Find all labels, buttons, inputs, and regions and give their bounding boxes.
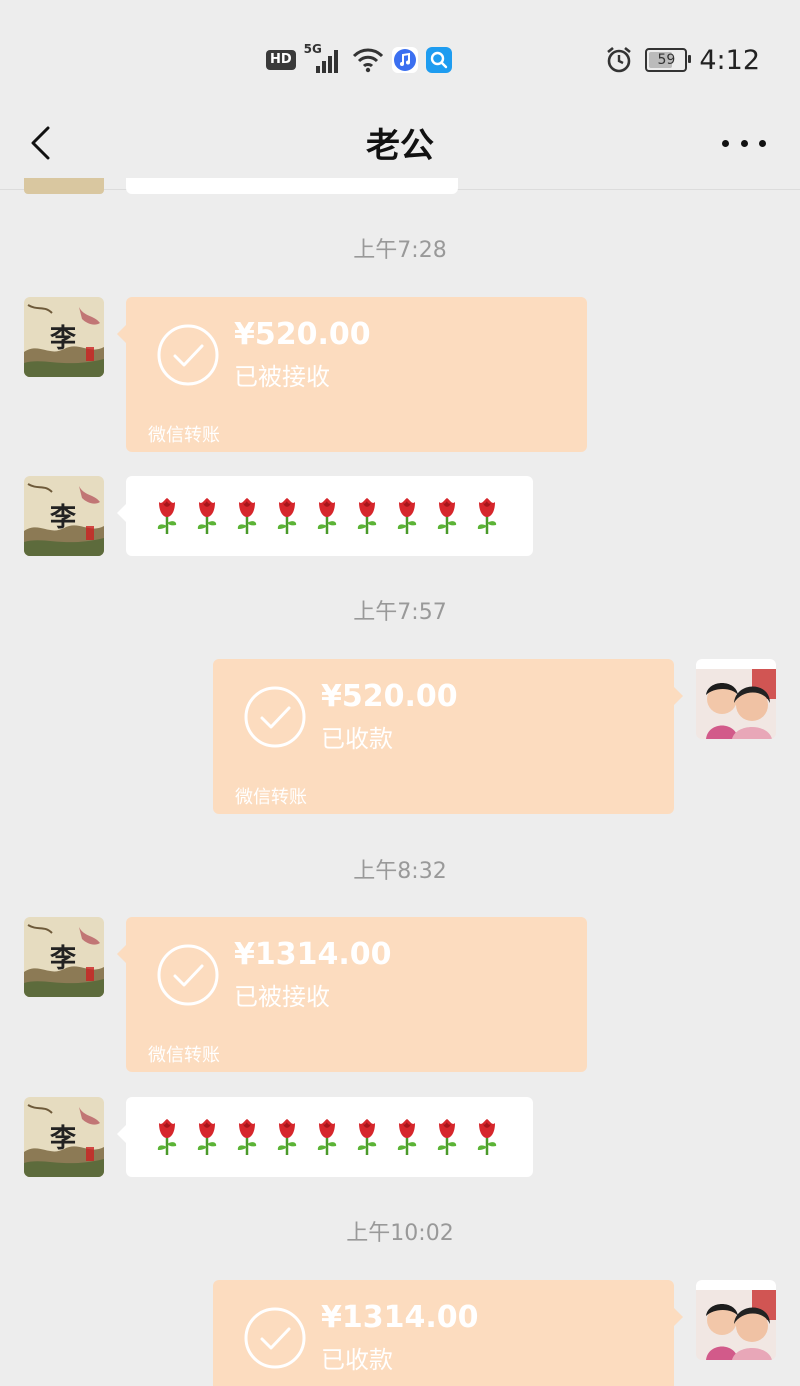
check-circle-icon	[156, 323, 220, 387]
transfer-amount: ¥520.00	[321, 679, 458, 714]
rose-emoji	[394, 1117, 420, 1157]
rose-emoji	[354, 496, 380, 536]
rose-row	[154, 1117, 500, 1157]
message-timestamp: 上午7:28	[353, 238, 447, 263]
more-options-button[interactable]	[722, 128, 766, 158]
hd-icon: HD	[266, 50, 296, 70]
signal-icon: 5G	[304, 42, 344, 74]
rose-emoji	[194, 1117, 220, 1157]
transfer-amount: ¥520.00	[234, 317, 371, 352]
more-dot-icon	[740, 139, 748, 147]
check-circle-icon	[156, 943, 220, 1007]
search-app-icon	[425, 47, 452, 73]
rose-emoji	[234, 496, 260, 536]
rose-emoji	[314, 1117, 340, 1157]
rose-emoji	[194, 496, 220, 536]
message-timestamp: 上午7:57	[353, 600, 447, 625]
alarm-icon	[607, 46, 632, 73]
rose-emoji	[314, 496, 340, 536]
emoji-message[interactable]	[117, 476, 533, 556]
status-left-icons: HD 5G	[266, 42, 452, 76]
message-timestamp: 上午10:02	[346, 1221, 454, 1246]
page-title: 老公	[366, 126, 434, 166]
transfer-status: 已收款	[321, 1346, 393, 1374]
check-circle-icon	[243, 1306, 307, 1370]
rose-emoji	[434, 1117, 460, 1157]
transfer-status: 已被接收	[234, 983, 330, 1011]
transfer-label: 微信转账	[148, 1045, 220, 1066]
wifi-icon	[352, 48, 383, 73]
message-bubble[interactable]	[126, 178, 458, 194]
check-circle-icon	[243, 685, 307, 749]
more-dot-icon	[722, 139, 729, 147]
transfer-status: 已收款	[321, 725, 393, 753]
my-avatar[interactable]	[696, 1280, 776, 1360]
transfer-amount: ¥1314.00	[234, 937, 392, 972]
rose-emoji	[154, 496, 180, 536]
status-right-icons: 59 4:12	[605, 42, 760, 78]
contact-avatar[interactable]	[24, 1097, 104, 1177]
rose-emoji	[234, 1117, 260, 1157]
avatar[interactable]	[24, 178, 104, 194]
rose-emoji	[474, 1117, 500, 1157]
battery-level: 59	[657, 52, 676, 68]
transfer-amount: ¥1314.00	[321, 1300, 479, 1335]
rose-emoji	[354, 1117, 380, 1157]
rose-emoji	[474, 496, 500, 536]
transfer-card[interactable]: ¥520.00 已被接收 微信转账	[117, 297, 587, 452]
my-avatar[interactable]	[696, 659, 776, 739]
status-bar: HD 5G 59 4:12	[0, 0, 800, 110]
rose-emoji	[274, 1117, 300, 1157]
rose-emoji	[394, 496, 420, 536]
music-app-icon	[391, 47, 418, 73]
transfer-status: 已被接收	[234, 363, 330, 391]
status-time: 4:12	[699, 44, 760, 76]
transfer-card[interactable]: ¥1314.00 已被接收 微信转账	[117, 917, 587, 1072]
transfer-label: 微信转账	[148, 425, 220, 446]
transfer-card[interactable]: ¥520.00 已收款 微信转账	[213, 659, 683, 814]
rose-emoji	[434, 496, 460, 536]
rose-row	[154, 496, 500, 536]
contact-avatar[interactable]	[24, 297, 104, 377]
message-timestamp: 上午8:32	[353, 859, 447, 884]
more-dot-icon	[759, 139, 766, 147]
transfer-card[interactable]: ¥1314.00 已收款	[213, 1280, 683, 1386]
battery-icon: 59	[645, 48, 692, 72]
rose-emoji	[154, 1117, 180, 1157]
contact-avatar[interactable]	[24, 917, 104, 997]
contact-avatar[interactable]	[24, 476, 104, 556]
rose-emoji	[274, 496, 300, 536]
chat-header: 老公	[0, 110, 800, 188]
transfer-label: 微信转账	[235, 787, 307, 808]
emoji-message[interactable]	[117, 1097, 533, 1177]
